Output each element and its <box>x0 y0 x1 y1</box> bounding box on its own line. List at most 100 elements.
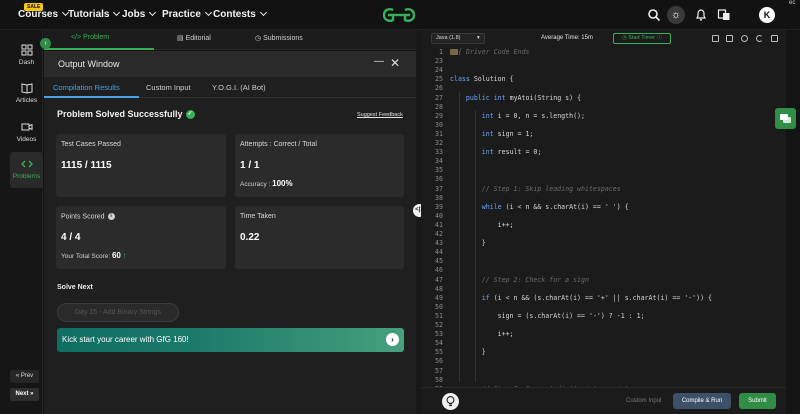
code-line[interactable]: 27 public int myAtoi(String s) { <box>421 94 786 103</box>
theme-toggle-icon[interactable]: ☼ <box>667 6 685 24</box>
code-line[interactable]: 54 <box>421 339 786 348</box>
code-line[interactable]: 24 <box>421 66 786 75</box>
tab-submissions[interactable]: ◷ Submissions <box>255 34 303 42</box>
active-tab-indicator <box>44 48 154 50</box>
code-line[interactable]: 37 // Step 1: Skip leading whitespaces <box>421 185 786 194</box>
tab-problem[interactable]: </> Problem <box>71 34 109 41</box>
code-line[interactable]: 25 class Solution { <box>421 75 786 84</box>
chevron-down-icon <box>259 8 267 17</box>
reset-icon[interactable] <box>756 35 763 42</box>
clock-icon: ◷ <box>255 35 264 42</box>
settings-icon[interactable] <box>741 35 748 42</box>
code-line[interactable]: 29 int i = 0, n = s.length(); <box>421 112 786 121</box>
next-button[interactable]: Next » <box>10 388 39 401</box>
code-line[interactable]: 43 } <box>421 239 786 248</box>
code-line[interactable]: 53 i++; <box>421 330 786 339</box>
code-line[interactable]: 36 <box>421 175 786 184</box>
code-line[interactable]: 51 sign = (s.charAt(i) == '-') ? -1 : 1; <box>421 312 786 321</box>
code-line[interactable]: 39 while (i < n && s.charAt(i) == ' ') { <box>421 203 786 212</box>
prev-button[interactable]: « Prev <box>10 370 39 383</box>
editor-scrollbar[interactable] <box>786 30 800 414</box>
next-problem-button[interactable]: Day 15 - Add Binary Strings <box>57 303 179 322</box>
close-icon[interactable]: ✕ <box>390 56 400 70</box>
nav-tutorials[interactable]: Tutorials <box>68 8 121 20</box>
language-select[interactable]: Java (1.8) ▾ <box>431 33 485 44</box>
sidebar-item-label: Videos <box>16 136 37 143</box>
code-text: int sign = 1; <box>481 129 534 138</box>
dashboard-icon <box>21 44 32 56</box>
avatar[interactable]: K <box>759 7 775 23</box>
copy-icon[interactable] <box>712 35 719 42</box>
code-text: //{ Driver Code Ends <box>450 48 530 56</box>
code-line[interactable]: 40 <box>421 212 786 221</box>
sidebar-item-videos[interactable]: Videos <box>10 115 43 151</box>
start-timer-button[interactable]: ◷ Start Timer ⓘ <box>613 33 671 44</box>
nav-courses[interactable]: Courses <box>18 8 70 20</box>
chat-icon[interactable] <box>775 108 796 129</box>
lightbulb-icon[interactable] <box>442 393 459 410</box>
tab-compilation-results[interactable]: Compilation Results <box>53 83 120 92</box>
code-editor[interactable]: 1 //{ Driver Code Ends 23 24 25 class Solutio… <box>421 47 786 387</box>
tab-custom-input[interactable]: Custom Input <box>146 83 191 92</box>
output-subtabs: Compilation Results Custom Input Y.O.G.I… <box>44 77 416 98</box>
tab-editorial[interactable]: ▤ Editorial <box>177 34 211 42</box>
code-line[interactable]: 46 <box>421 266 786 275</box>
sidebar-item-articles[interactable]: Articles <box>10 76 43 112</box>
code-line[interactable]: 47 // Step 2: Check for a sign <box>421 276 786 285</box>
search-icon[interactable] <box>647 8 661 22</box>
card-label: Time Taken <box>240 213 276 220</box>
code-line[interactable]: 23 <box>421 57 786 66</box>
code-line[interactable]: 48 <box>421 285 786 294</box>
code-line[interactable]: 32 <box>421 139 786 148</box>
output-window-title: Output Window <box>58 59 120 69</box>
code-line[interactable]: 50 <box>421 303 786 312</box>
code-line[interactable]: 55 } <box>421 348 786 357</box>
code-line[interactable]: 49 if (i < n && (s.charAt(i) == '+' || s… <box>421 294 786 303</box>
gfg-logo-icon[interactable] <box>381 6 417 24</box>
chevron-right-icon[interactable]: › <box>40 38 51 49</box>
compile-run-button[interactable]: Compile & Run <box>673 393 731 409</box>
submit-button[interactable]: Submit <box>739 393 776 409</box>
sidebar-item-problems[interactable]: Problems <box>10 152 43 188</box>
translate-icon[interactable] <box>717 8 731 22</box>
sidebar-item-dash[interactable]: Dash <box>10 38 43 74</box>
fullscreen-icon[interactable] <box>771 35 778 42</box>
code-line[interactable]: 38 <box>421 194 786 203</box>
code-line[interactable]: 34 <box>421 157 786 166</box>
code-line[interactable]: 45 <box>421 257 786 266</box>
line-number: 45 <box>435 257 443 266</box>
file-icon[interactable] <box>726 35 733 42</box>
code-line[interactable]: 35 <box>421 166 786 175</box>
line-number: 40 <box>435 211 443 220</box>
code-line[interactable]: 1 //{ Driver Code Ends <box>421 48 786 57</box>
code-line[interactable]: 58 <box>421 376 786 385</box>
line-number: 48 <box>435 284 443 293</box>
code-line[interactable]: 33 int result = 0; <box>421 148 786 157</box>
code-line[interactable]: 44 <box>421 248 786 257</box>
tab-yogi-ai-bot[interactable]: Y.O.G.I. (AI Bot) <box>212 83 266 92</box>
code-line[interactable]: 41 i++; <box>421 221 786 230</box>
gfg160-banner[interactable]: Kick start your career with GfG 160! › <box>57 328 404 352</box>
suggest-feedback-link[interactable]: Suggest Feedback <box>357 112 403 118</box>
line-number: 43 <box>435 239 443 248</box>
line-number: 35 <box>435 166 443 175</box>
chevron-right-icon[interactable]: › <box>386 333 399 346</box>
custom-input-button[interactable]: Custom Input <box>626 398 662 404</box>
nav-contests[interactable]: Contests <box>213 8 267 20</box>
code-line[interactable]: 31 int sign = 1; <box>421 130 786 139</box>
code-line[interactable]: 57 <box>421 367 786 376</box>
bell-icon[interactable] <box>694 8 708 22</box>
nav-jobs[interactable]: Jobs <box>122 8 157 20</box>
code-line[interactable]: 30 <box>421 121 786 130</box>
code-line[interactable]: 42 <box>421 230 786 239</box>
code-line[interactable]: 56 <box>421 357 786 366</box>
info-icon[interactable]: i <box>107 213 115 220</box>
line-number: 29 <box>435 111 443 120</box>
sidebar-item-label: Dash <box>18 59 35 66</box>
nav-practice[interactable]: Practice <box>162 8 212 20</box>
code-line[interactable]: 26 <box>421 84 786 93</box>
code-line[interactable]: 52 <box>421 321 786 330</box>
minimize-icon[interactable]: — <box>374 56 384 67</box>
line-number: 34 <box>435 157 443 166</box>
code-line[interactable]: 28 <box>421 103 786 112</box>
